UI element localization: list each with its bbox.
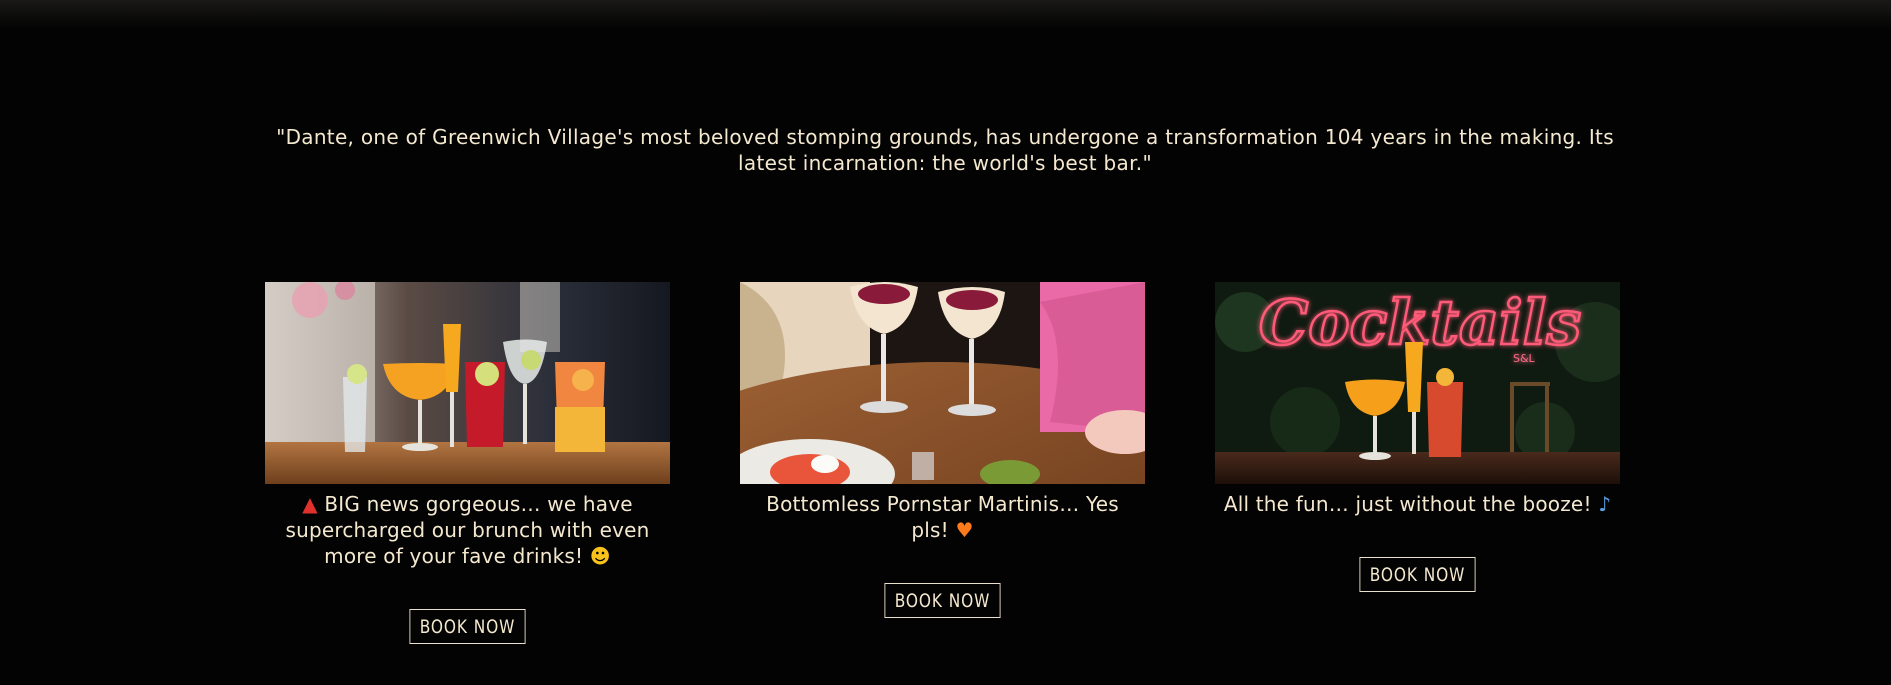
card-image-cocktails-neon[interactable]: Cocktails S&L	[1215, 282, 1620, 484]
header-fade	[0, 0, 1891, 30]
siren-icon: ▲	[302, 492, 318, 516]
card-caption-brunch: ▲ BIG news gorgeous… we have supercharge…	[285, 492, 650, 568]
card-caption-pornstar-martinis: Bottomless Pornstar Martinis… Yes pls! ♥	[766, 492, 1119, 542]
promo-card-pornstar-martinis: Bottomless Pornstar Martinis… Yes pls! ♥…	[740, 282, 1145, 618]
card-image-cocktails-table[interactable]	[265, 282, 670, 484]
svg-text:S&L: S&L	[1513, 352, 1536, 365]
promo-card-brunch: ▲ BIG news gorgeous… we have supercharge…	[265, 282, 670, 644]
dancing-person-icon: ♪	[1598, 492, 1612, 516]
star-struck-icon: ☻	[589, 544, 611, 568]
page: "Dante, one of Greenwich Village's most …	[0, 0, 1891, 685]
orange-heart-icon: ♥	[955, 518, 974, 542]
book-now-button-booze-free[interactable]: BOOK NOW	[1359, 557, 1476, 592]
press-quote: "Dante, one of Greenwich Village's most …	[276, 125, 1614, 175]
promo-card-booze-free: Cocktails S&L All the fun… just without …	[1215, 282, 1620, 592]
book-now-button-brunch[interactable]: BOOK NOW	[409, 609, 526, 644]
card-caption-booze-free: All the fun… just without the booze! ♪	[1223, 492, 1612, 516]
card-image-toasting-martinis[interactable]	[740, 282, 1145, 484]
book-now-button-pornstar-martinis[interactable]: BOOK NOW	[884, 583, 1001, 618]
